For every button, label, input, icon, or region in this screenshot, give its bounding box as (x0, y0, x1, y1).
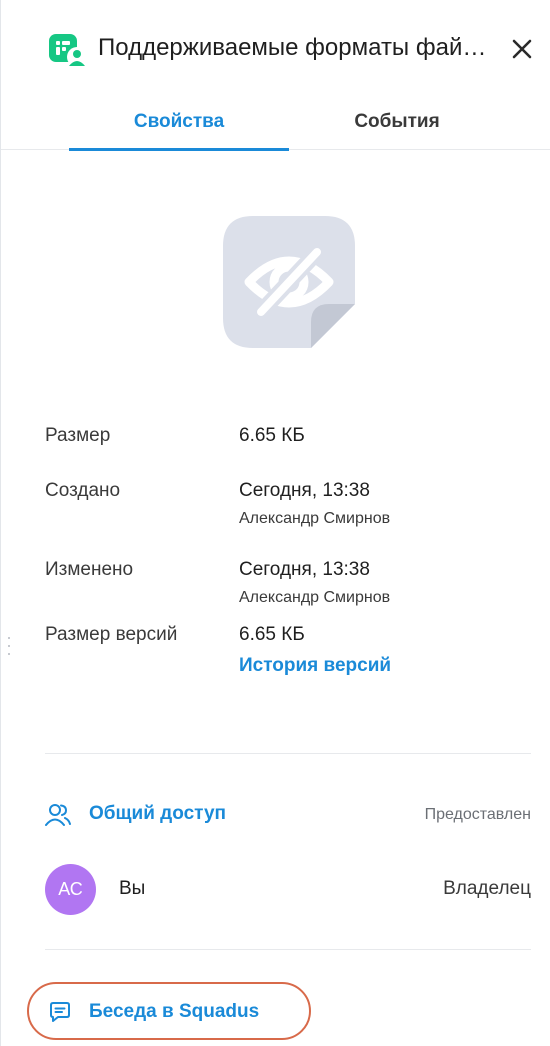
user-role: Владелец (443, 878, 531, 899)
panel-title: Поддерживаемые форматы файлов (98, 34, 493, 61)
tab-bar: Свойства События (1, 100, 550, 151)
chat-label: Беседа в Squadus (89, 1001, 260, 1022)
close-icon (512, 39, 532, 59)
created-author: Александр Смирнов (239, 510, 391, 527)
user-name: Вы (119, 878, 146, 899)
users-icon (45, 804, 71, 826)
versions-size-label: Размер версий (45, 624, 178, 645)
versions-size-value: 6.65 КБ (239, 624, 305, 645)
squadus-chat-button[interactable]: Беседа в Squadus (27, 982, 311, 1040)
modified-author: Александр Смирнов (239, 589, 391, 606)
divider (45, 949, 531, 950)
sharing-row: Общий доступ Предоставлен (45, 800, 531, 830)
created-value: Сегодня, 13:38 (239, 480, 370, 501)
created-label: Создано (45, 480, 121, 501)
file-properties-panel: Поддерживаемые форматы файлов Свойства С… (0, 0, 550, 1046)
modified-label: Изменено (45, 559, 134, 580)
no-preview-eye-slash-icon (223, 216, 355, 348)
tab-properties[interactable]: Свойства (69, 100, 289, 151)
avatar: АС (45, 864, 96, 915)
divider (45, 753, 531, 754)
size-label: Размер (45, 425, 111, 446)
sharing-status: Предоставлен (424, 806, 531, 823)
chat-icon (50, 1002, 70, 1022)
tab-events[interactable]: События (287, 100, 507, 150)
shared-user-row: АС Вы Владелец (45, 864, 531, 916)
modified-value: Сегодня, 13:38 (239, 559, 370, 580)
sharing-link[interactable]: Общий доступ (89, 800, 226, 828)
version-history-link[interactable]: История версий (239, 652, 391, 680)
panel-header: Поддерживаемые форматы файлов (1, 0, 550, 100)
resize-handle[interactable] (7, 637, 10, 655)
file-preview (219, 212, 359, 352)
size-value: 6.65 КБ (239, 425, 305, 446)
file-app-icon (49, 34, 87, 68)
close-button[interactable] (507, 34, 537, 64)
